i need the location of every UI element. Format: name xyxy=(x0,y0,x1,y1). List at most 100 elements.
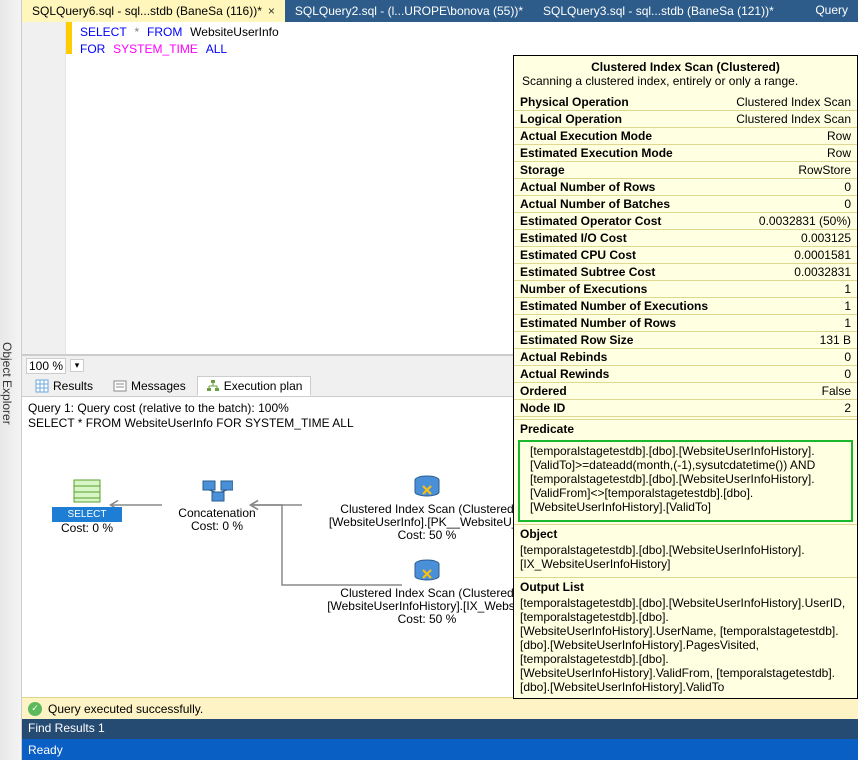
prop-label: Actual Rewinds xyxy=(520,366,609,382)
tooltip-row: Estimated Row Size 131 B xyxy=(514,332,857,349)
query-menu[interactable]: Query xyxy=(805,0,858,22)
tooltip-row: Actual Execution Mode Row xyxy=(514,128,857,145)
prop-value: 2 xyxy=(844,400,851,416)
plan-node-cost: Cost: 50 % xyxy=(312,613,542,626)
tab-label: SQLQuery3.sql - sql...stdb (BaneSa (121)… xyxy=(543,4,774,18)
prop-label: Actual Rebinds xyxy=(520,349,607,365)
tooltip-row: Estimated Operator Cost 0.0032831 (50%) xyxy=(514,213,857,230)
prop-value: 1 xyxy=(844,281,851,297)
prop-label: Actual Execution Mode xyxy=(520,128,652,144)
tooltip-row: Logical Operation Clustered Index Scan xyxy=(514,111,857,128)
tab-label: Execution plan xyxy=(224,379,303,393)
plan-node-label: SELECT xyxy=(52,507,122,522)
operator-tooltip: Clustered Index Scan (Clustered) Scannin… xyxy=(513,55,858,699)
prop-label: Estimated Number of Rows xyxy=(520,315,676,331)
index-scan-icon xyxy=(411,473,443,501)
prop-label: Logical Operation xyxy=(520,111,622,127)
prop-value: 0.003125 xyxy=(801,230,851,246)
prop-label: Estimated Operator Cost xyxy=(520,213,661,229)
prop-value: 0.0032831 (50%) xyxy=(759,213,851,229)
prop-value: Row xyxy=(827,128,851,144)
prop-label: Estimated Execution Mode xyxy=(520,145,673,161)
tab-messages[interactable]: Messages xyxy=(104,376,195,396)
prop-value: False xyxy=(822,383,851,399)
tab-query2[interactable]: SQLQuery2.sql - (l...UROPE\bonova (55))* xyxy=(285,0,533,22)
status-bar: ✓ Query executed successfully. xyxy=(22,697,858,719)
tab-execution-plan[interactable]: Execution plan xyxy=(197,376,312,396)
prop-label: Storage xyxy=(520,162,565,178)
prop-value: 0 xyxy=(844,366,851,382)
tooltip-row: Actual Number of Batches0 xyxy=(514,196,857,213)
tab-query6[interactable]: SQLQuery6.sql - sql...stdb (BaneSa (116)… xyxy=(22,0,285,22)
status-text: Query executed successfully. xyxy=(48,702,203,716)
tab-label: Results xyxy=(53,379,93,393)
plan-node-cost: Cost: 0 % xyxy=(52,522,122,535)
find-results-panel[interactable]: Find Results 1 xyxy=(22,719,858,739)
tooltip-row: Actual Number of Rows0 xyxy=(514,179,857,196)
prop-label: Estimated CPU Cost xyxy=(520,247,636,263)
prop-value: 0.0032831 xyxy=(794,264,851,280)
prop-value: RowStore xyxy=(798,162,851,178)
object-heading: Object xyxy=(514,524,857,543)
tooltip-row: OrderedFalse xyxy=(514,383,857,400)
object-text: [temporalstagetestdb].[dbo].[WebsiteUser… xyxy=(514,543,857,575)
prop-value: 0 xyxy=(844,349,851,365)
prop-value: 1 xyxy=(844,315,851,331)
object-explorer-panel[interactable]: Object Explorer xyxy=(0,0,22,760)
predicate-box: [temporalstagetestdb].[dbo].[WebsiteUser… xyxy=(518,440,853,522)
tab-query3[interactable]: SQLQuery3.sql - sql...stdb (BaneSa (121)… xyxy=(533,0,784,22)
tooltip-row: Storage RowStore xyxy=(514,162,857,179)
tooltip-row: Estimated I/O Cost 0.003125 xyxy=(514,230,857,247)
outputlist-heading: Output List xyxy=(514,577,857,596)
prop-value: Clustered Index Scan xyxy=(736,111,851,127)
prop-label: Estimated Subtree Cost xyxy=(520,264,655,280)
tab-results[interactable]: Results xyxy=(26,376,102,396)
tab-label: SQLQuery6.sql - sql...stdb (BaneSa (116)… xyxy=(32,4,262,18)
zoom-level[interactable]: 100 % xyxy=(26,358,66,374)
outputlist-text: [temporalstagetestdb].[dbo].[WebsiteUser… xyxy=(514,596,857,698)
code-content[interactable]: SELECT * FROM WebsiteUserInfo FOR SYSTEM… xyxy=(80,24,279,58)
prop-label: Estimated I/O Cost xyxy=(520,230,627,246)
index-scan-icon xyxy=(411,557,443,585)
tooltip-title: Clustered Index Scan (Clustered) xyxy=(514,56,857,74)
tooltip-subtitle: Scanning a clustered index, entirely or … xyxy=(514,74,857,94)
tooltip-row: Actual Rebinds 0 xyxy=(514,349,857,366)
prop-label: Estimated Row Size xyxy=(520,332,633,348)
prop-label: Physical Operation xyxy=(520,94,629,110)
ready-bar: Ready xyxy=(22,739,858,760)
tooltip-row: Estimated CPU Cost 0.0001581 xyxy=(514,247,857,264)
prop-label: Number of Executions xyxy=(520,281,647,297)
select-result-icon xyxy=(71,477,103,505)
messages-icon xyxy=(113,379,127,393)
tooltip-row: Estimated Number of Executions 1 xyxy=(514,298,857,315)
tab-label: Messages xyxy=(131,379,186,393)
grid-icon xyxy=(35,379,49,393)
check-icon: ✓ xyxy=(28,702,42,716)
plan-node-concatenation[interactable]: Concatenation Cost: 0 % xyxy=(162,477,272,533)
close-icon[interactable]: × xyxy=(268,4,275,18)
prop-value: 0.0001581 xyxy=(794,247,851,263)
prop-value: Row xyxy=(827,145,851,161)
tab-strip-gap xyxy=(784,0,806,22)
prop-value: 1 xyxy=(844,298,851,314)
plan-node-scan-1[interactable]: Clustered Index Scan (Clustered [Website… xyxy=(312,473,542,542)
tooltip-row: Estimated Execution Mode Row xyxy=(514,145,857,162)
chevron-down-icon[interactable]: ▾ xyxy=(70,359,84,372)
tooltip-properties: Physical OperationClustered Index ScanLo… xyxy=(514,94,857,417)
tooltip-row: Estimated Subtree Cost 0.0032831 xyxy=(514,264,857,281)
plan-icon xyxy=(206,379,220,393)
predicate-heading: Predicate xyxy=(514,419,857,438)
plan-node-cost: Cost: 0 % xyxy=(162,520,272,533)
plan-node-select[interactable]: SELECT Cost: 0 % xyxy=(52,477,122,535)
prop-label: Node ID xyxy=(520,400,565,416)
prop-value: 131 B xyxy=(820,332,851,348)
plan-node-cost: Cost: 50 % xyxy=(312,529,542,542)
tooltip-row: Actual Rewinds 0 xyxy=(514,366,857,383)
plan-node-scan-2[interactable]: Clustered Index Scan (Clustered [Website… xyxy=(312,557,542,626)
tooltip-row: Physical Operation Clustered Index Scan xyxy=(514,94,857,111)
tooltip-row: Estimated Number of Rows 1 xyxy=(514,315,857,332)
prop-value: Clustered Index Scan xyxy=(736,94,851,110)
line-gutter xyxy=(22,22,66,354)
prop-label: Estimated Number of Executions xyxy=(520,298,708,314)
tooltip-row: Node ID 2 xyxy=(514,400,857,417)
